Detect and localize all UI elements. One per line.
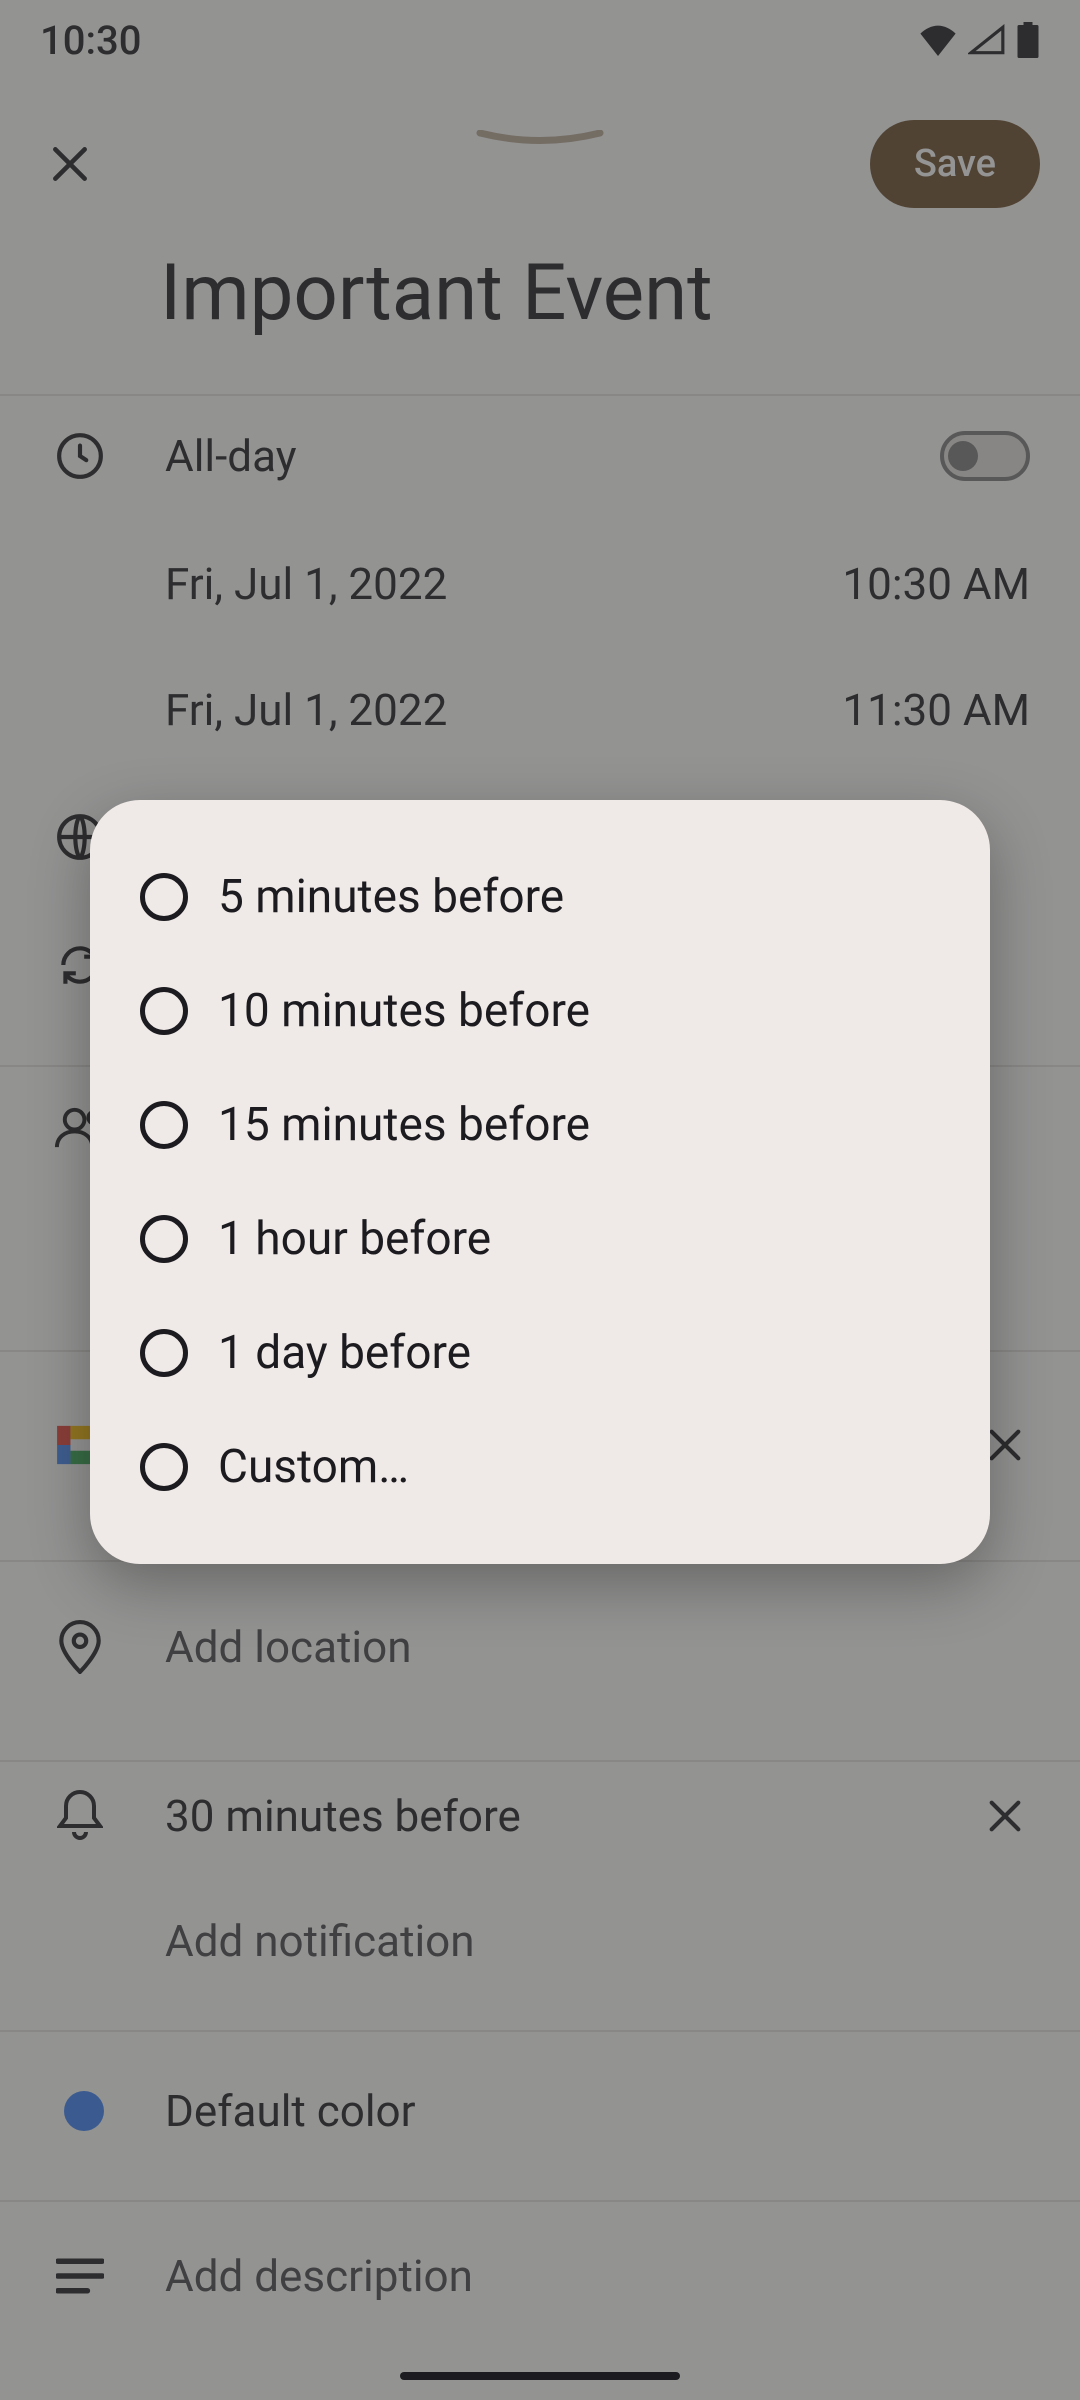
option-label: 10 minutes before [218,984,590,1038]
option-custom[interactable]: Custom… [90,1410,990,1524]
notification-picker-dialog: 5 minutes before 10 minutes before 15 mi… [90,800,990,1564]
radio-icon [140,1329,188,1377]
option-label: 1 hour before [218,1212,491,1266]
option-10-minutes[interactable]: 10 minutes before [90,954,990,1068]
radio-icon [140,987,188,1035]
radio-icon [140,1215,188,1263]
option-1-day[interactable]: 1 day before [90,1296,990,1410]
option-label: 5 minutes before [218,870,564,924]
radio-icon [140,1101,188,1149]
option-1-hour[interactable]: 1 hour before [90,1182,990,1296]
option-label: Custom… [218,1440,409,1494]
option-label: 1 day before [218,1326,471,1380]
option-15-minutes[interactable]: 15 minutes before [90,1068,990,1182]
option-5-minutes[interactable]: 5 minutes before [90,840,990,954]
radio-icon [140,1443,188,1491]
option-label: 15 minutes before [218,1098,590,1152]
gesture-bar[interactable] [400,2372,680,2380]
radio-icon [140,873,188,921]
